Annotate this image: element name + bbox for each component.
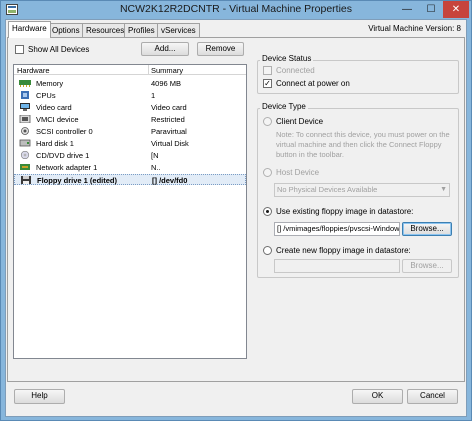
tab-hardware[interactable]: Hardware (8, 21, 51, 38)
help-button[interactable]: Help (14, 389, 65, 404)
host-device-label: Host Device (276, 168, 320, 177)
tab-options[interactable]: Options (48, 23, 84, 37)
browse-existing-button[interactable]: Browse... (402, 222, 452, 236)
vm-version-label: Virtual Machine Version: 8 (368, 24, 461, 33)
use-existing-image-label: Use existing floppy image in datastore: (276, 207, 414, 216)
use-existing-image-radio[interactable] (263, 207, 272, 216)
dialog-client: Hardware Options Resources Profiles vSer… (5, 19, 467, 417)
host-device-dropdown[interactable]: No Physical Devices Available ▼ (274, 183, 450, 197)
table-row[interactable]: Memory 4096 MB (14, 78, 246, 89)
table-row[interactable]: Hard disk 1 Virtual Disk (14, 138, 246, 149)
device-status-title: Device Status (260, 54, 314, 63)
hardware-name: Hard disk 1 (36, 139, 74, 148)
hardware-name: Floppy drive 1 (edited) (37, 176, 118, 185)
hardware-summary: Video card (151, 103, 187, 112)
device-type-title: Device Type (260, 102, 308, 111)
table-row[interactable]: SCSI controller 0 Paravirtual (14, 126, 246, 137)
client-device-radio[interactable] (263, 117, 272, 126)
connect-at-power-on-checkbox[interactable]: ✓ (263, 79, 272, 88)
table-row[interactable]: Video card Video card (14, 102, 246, 113)
remove-hardware-button[interactable]: Remove (197, 42, 244, 56)
close-button[interactable]: ✕ (443, 1, 469, 18)
hardware-summary: [N (151, 151, 159, 160)
cpu-icon (21, 91, 29, 99)
show-all-devices-checkbox[interactable] (15, 45, 24, 54)
existing-image-path-field[interactable]: [] /vmimages/floppies/pvscsi-Window (274, 222, 400, 236)
hardware-name: Video card (36, 103, 72, 112)
hardware-table-header: Hardware Summary (14, 65, 246, 75)
table-row[interactable]: VMCI device Restricted (14, 114, 246, 125)
hardware-column-header[interactable]: Hardware (17, 66, 50, 75)
table-row[interactable]: Network adapter 1 N.. (14, 162, 246, 173)
hardware-name: Memory (36, 79, 64, 88)
ok-button[interactable]: OK (352, 389, 403, 404)
hardware-table: Hardware Summary Memory 4096 MB CPUs 1 V… (13, 64, 247, 359)
video-card-icon (20, 103, 30, 111)
hardware-summary: Restricted (151, 115, 185, 124)
maximize-button[interactable]: ☐ (419, 1, 443, 18)
summary-column-header[interactable]: Summary (151, 66, 183, 75)
show-all-devices-label: Show All Devices (28, 45, 90, 54)
browse-new-button[interactable]: Browse... (402, 259, 452, 273)
connected-label: Connected (276, 66, 315, 75)
hardware-summary: Virtual Disk (151, 139, 189, 148)
table-row[interactable]: CD/DVD drive 1 [N (14, 150, 246, 161)
chevron-down-icon: ▼ (440, 186, 447, 193)
floppy-drive-icon (21, 176, 31, 184)
network-adapter-icon (20, 164, 30, 170)
hardware-name: CPUs (36, 91, 56, 100)
hardware-summary: 4096 MB (151, 79, 182, 88)
client-device-note: Note: To connect this device, you must p… (276, 130, 450, 159)
scsi-controller-icon (21, 127, 29, 135)
tab-resources[interactable]: Resources (82, 23, 129, 37)
hardware-summary: 1 (151, 91, 156, 100)
table-row-selected[interactable]: Floppy drive 1 (edited) [] /dev/fd0 (14, 174, 246, 185)
new-image-path-field[interactable] (274, 259, 400, 273)
hardware-name: CD/DVD drive 1 (36, 151, 90, 160)
column-divider[interactable] (148, 65, 149, 75)
properties-window: NCW2K12R2DCNTR - Virtual Machine Propert… (0, 0, 472, 421)
connected-checkbox[interactable] (263, 66, 272, 75)
client-device-label: Client Device (276, 117, 324, 126)
title-bar[interactable]: NCW2K12R2DCNTR - Virtual Machine Propert… (1, 1, 471, 18)
hardware-summary: [] /dev/fd0 (152, 176, 188, 185)
minimize-button[interactable]: — (395, 1, 419, 18)
host-device-radio[interactable] (263, 168, 272, 177)
host-device-value: No Physical Devices Available (277, 185, 378, 194)
vmci-device-icon (19, 115, 31, 123)
cancel-button[interactable]: Cancel (407, 389, 458, 404)
memory-icon (19, 80, 31, 87)
tab-vservices[interactable]: vServices (157, 23, 200, 37)
hardware-name: VMCI device (36, 115, 79, 124)
create-new-image-label: Create new floppy image in datastore: (276, 246, 411, 255)
hardware-summary: Paravirtual (151, 127, 187, 136)
hardware-tab-panel: Show All Devices Add... Remove Hardware … (7, 37, 465, 382)
hardware-name: SCSI controller 0 (36, 127, 93, 136)
cd-dvd-icon (20, 151, 30, 159)
hard-disk-icon (19, 139, 31, 147)
hardware-name: Network adapter 1 (36, 163, 98, 172)
connect-at-power-on-label: Connect at power on (276, 79, 350, 88)
create-new-image-radio[interactable] (263, 246, 272, 255)
table-row[interactable]: CPUs 1 (14, 90, 246, 101)
add-hardware-button[interactable]: Add... (141, 42, 189, 56)
tab-profiles[interactable]: Profiles (124, 23, 159, 37)
hardware-summary: N.. (151, 163, 161, 172)
